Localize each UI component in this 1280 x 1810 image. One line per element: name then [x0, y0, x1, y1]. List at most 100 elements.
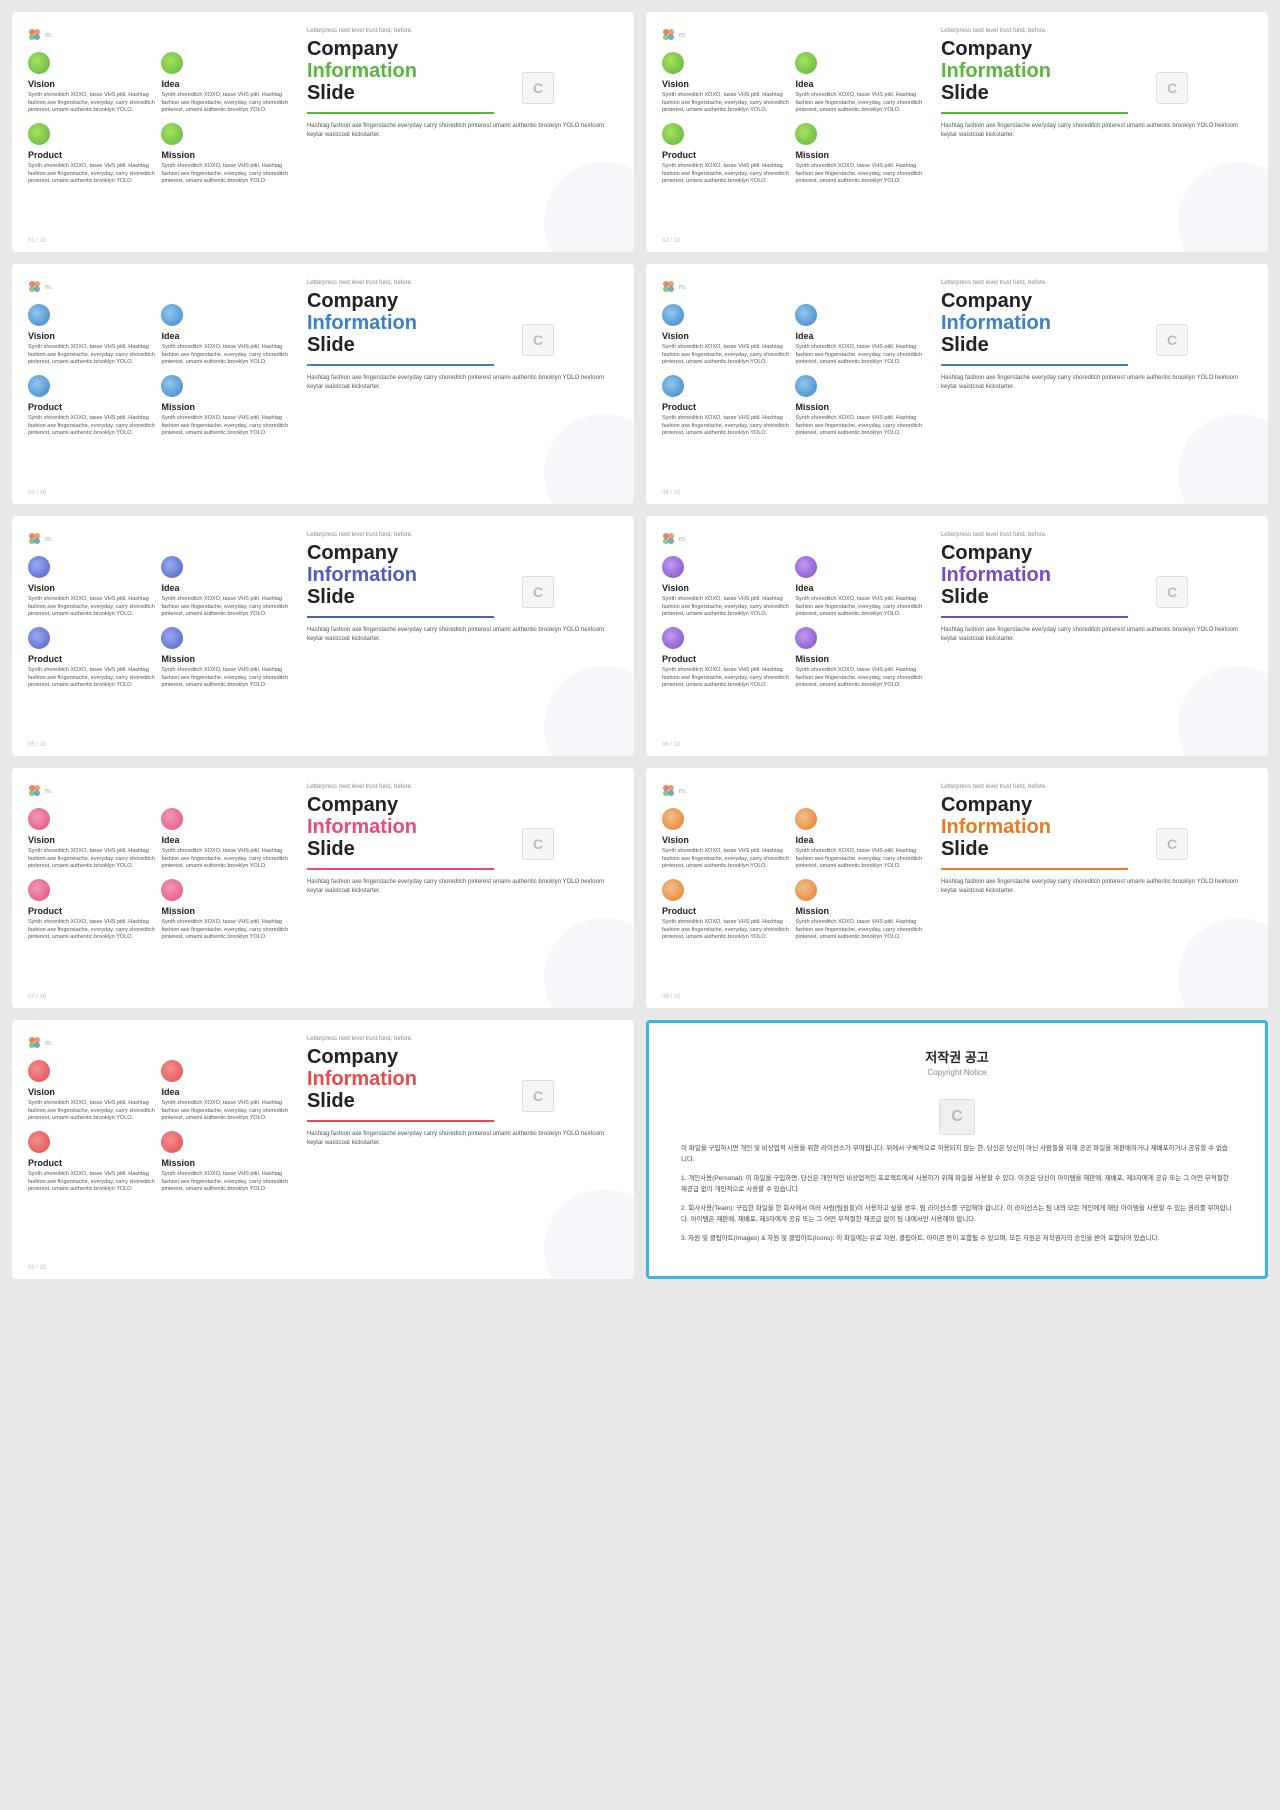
mission-section: Mission Synth shoreditch XOXO, tasse VHS… — [795, 627, 922, 690]
mission-section: Mission Synth shoreditch XOXO, tasse VHS… — [795, 879, 922, 942]
idea-title: Idea — [161, 79, 288, 89]
product-section: Product Synth shoreditch XOXO, tasse VHS… — [28, 1131, 155, 1194]
page-number: 01 / 10 — [28, 238, 46, 244]
product-title: Product — [28, 906, 155, 916]
product-text: Synth shoreditch XOXO, tasse VHS pitil. … — [28, 667, 155, 690]
slide-left-9: m. Vision Synth shoreditch XOXO, tasse V… — [28, 1036, 289, 1263]
mission-text: Synth shoreditch XOXO, tasse VHS pitil. … — [161, 919, 288, 942]
product-section: Product Synth shoreditch XOXO, tasse VHS… — [662, 375, 789, 438]
brand-initial: m. — [45, 284, 53, 291]
slide-header: Letterpress next level trust fund, befor… — [941, 784, 1252, 790]
page-number: 09 / 10 — [28, 1265, 46, 1271]
vision-section: Vision Synth shoreditch XOXO, tasse VHS … — [28, 808, 155, 871]
corner-badge: C — [1156, 576, 1188, 608]
corner-badge: C — [1156, 828, 1188, 860]
product-title: Product — [28, 150, 155, 160]
slide-card-1: m. Vision Synth shoreditch XOXO, tasse V… — [12, 12, 634, 252]
mission-title: Mission — [795, 402, 922, 412]
mission-dot — [161, 375, 183, 397]
corner-badge: C — [522, 576, 554, 608]
mission-title: Mission — [161, 1158, 288, 1168]
copyright-para-0: 이 파일을 구입하시면 개인 및 비상업적 사용을 위한 라이선스가 부여됩니다… — [681, 1143, 1233, 1165]
slide-body: Hashtag fashion axe fingerstache everyda… — [941, 878, 1252, 896]
idea-section: Idea Synth shoreditch XOXO, tasse VHS pi… — [795, 556, 922, 619]
logo-icon — [28, 280, 42, 294]
product-title: Product — [28, 1158, 155, 1168]
logo-icon — [662, 532, 676, 546]
corner-badge: C — [522, 72, 554, 104]
idea-text: Synth shoreditch XOXO, tasse VHS pitil. … — [795, 344, 922, 367]
idea-dot — [795, 304, 817, 326]
idea-dot — [795, 808, 817, 830]
brand-initial: m. — [679, 788, 687, 795]
slide-slide: Slide — [941, 838, 1252, 860]
product-dot — [28, 879, 50, 901]
vision-title: Vision — [662, 583, 789, 593]
slide-header: Letterpress next level trust fund, befor… — [941, 532, 1252, 538]
page-number: 02 / 10 — [662, 238, 680, 244]
slide-card-2: m. Vision Synth shoreditch XOXO, tasse V… — [646, 12, 1268, 252]
copyright-card: 저작권 공고 Copyright Notice C 이 파일을 구입하시면 개인… — [646, 1020, 1268, 1279]
vision-dot — [662, 52, 684, 74]
slide-right-4: Letterpress next level trust fund, befor… — [933, 280, 1252, 488]
slide-divider — [307, 364, 494, 366]
mission-text: Synth shoreditch XOXO, tasse VHS pitil. … — [795, 667, 922, 690]
idea-section: Idea Synth shoreditch XOXO, tasse VHS pi… — [795, 808, 922, 871]
bottom-row: m. Vision Synth shoreditch XOXO, tasse V… — [0, 1020, 1280, 1291]
slide-header: Letterpress next level trust fund, befor… — [307, 280, 618, 286]
product-text: Synth shoreditch XOXO, tasse VHS pitil. … — [28, 415, 155, 438]
mission-dot — [795, 375, 817, 397]
slide-left-6: m. Vision Synth shoreditch XOXO, tasse V… — [662, 532, 923, 740]
vision-section: Vision Synth shoreditch XOXO, tasse VHS … — [662, 304, 789, 367]
product-section: Product Synth shoreditch XOXO, tasse VHS… — [662, 627, 789, 690]
slide-divider — [307, 616, 494, 618]
brand-initial: m. — [679, 536, 687, 543]
sub-section-top: Vision Synth shoreditch XOXO, tasse VHS … — [662, 52, 923, 115]
slide-company: Company — [307, 542, 618, 564]
mission-section: Mission Synth shoreditch XOXO, tasse VHS… — [161, 123, 288, 186]
slide-company: Company — [307, 1046, 618, 1068]
mission-title: Mission — [161, 402, 288, 412]
vision-title: Vision — [28, 79, 155, 89]
vision-text: Synth shoreditch XOXO, tasse VHS pitil. … — [662, 344, 789, 367]
slide-information: Information — [307, 564, 618, 586]
slide-right-8: Letterpress next level trust fund, befor… — [933, 784, 1252, 992]
slide-information: Information — [307, 312, 618, 334]
idea-title: Idea — [161, 1087, 288, 1097]
slide-slide: Slide — [307, 1090, 618, 1112]
idea-title: Idea — [795, 835, 922, 845]
product-dot — [28, 1131, 50, 1153]
vision-text: Synth shoreditch XOXO, tasse VHS pitil. … — [28, 848, 155, 871]
vision-text: Synth shoreditch XOXO, tasse VHS pitil. … — [28, 344, 155, 367]
slide-company: Company — [307, 794, 618, 816]
copyright-para-1: 1. 개인사용(Personal): 이 파일을 구입하면, 당신은 개인적인 … — [681, 1173, 1233, 1195]
mission-section: Mission Synth shoreditch XOXO, tasse VHS… — [795, 123, 922, 186]
mission-text: Synth shoreditch XOXO, tasse VHS pitil. … — [161, 667, 288, 690]
mission-dot — [795, 879, 817, 901]
slide-left-7: m. Vision Synth shoreditch XOXO, tasse V… — [28, 784, 289, 992]
copyright-subtitle: Copyright Notice — [927, 1068, 986, 1077]
mission-section: Mission Synth shoreditch XOXO, tasse VHS… — [161, 375, 288, 438]
mission-title: Mission — [795, 150, 922, 160]
idea-text: Synth shoreditch XOXO, tasse VHS pitil. … — [161, 596, 288, 619]
logo-icon — [662, 28, 676, 42]
idea-dot — [161, 556, 183, 578]
idea-dot — [795, 52, 817, 74]
slide-body: Hashtag fashion axe fingerstache everyda… — [307, 878, 618, 896]
product-section: Product Synth shoreditch XOXO, tasse VHS… — [662, 123, 789, 186]
vision-section: Vision Synth shoreditch XOXO, tasse VHS … — [662, 52, 789, 115]
idea-text: Synth shoreditch XOXO, tasse VHS pitil. … — [161, 848, 288, 871]
vision-text: Synth shoreditch XOXO, tasse VHS pitil. … — [662, 92, 789, 115]
slide-header: Letterpress next level trust fund, befor… — [307, 532, 618, 538]
corner-badge: C — [1156, 72, 1188, 104]
brand-initial: m. — [45, 1040, 53, 1047]
slide-divider — [307, 1120, 494, 1122]
slide-card-5: m. Vision Synth shoreditch XOXO, tasse V… — [12, 516, 634, 756]
vision-section: Vision Synth shoreditch XOXO, tasse VHS … — [28, 52, 155, 115]
sub-section-top: Vision Synth shoreditch XOXO, tasse VHS … — [28, 52, 289, 115]
slide-company: Company — [307, 38, 618, 60]
slide-slide: Slide — [941, 334, 1252, 356]
brand-initial: m. — [45, 536, 53, 543]
slide-divider — [941, 868, 1128, 870]
slide-right-2: Letterpress next level trust fund, befor… — [933, 28, 1252, 236]
